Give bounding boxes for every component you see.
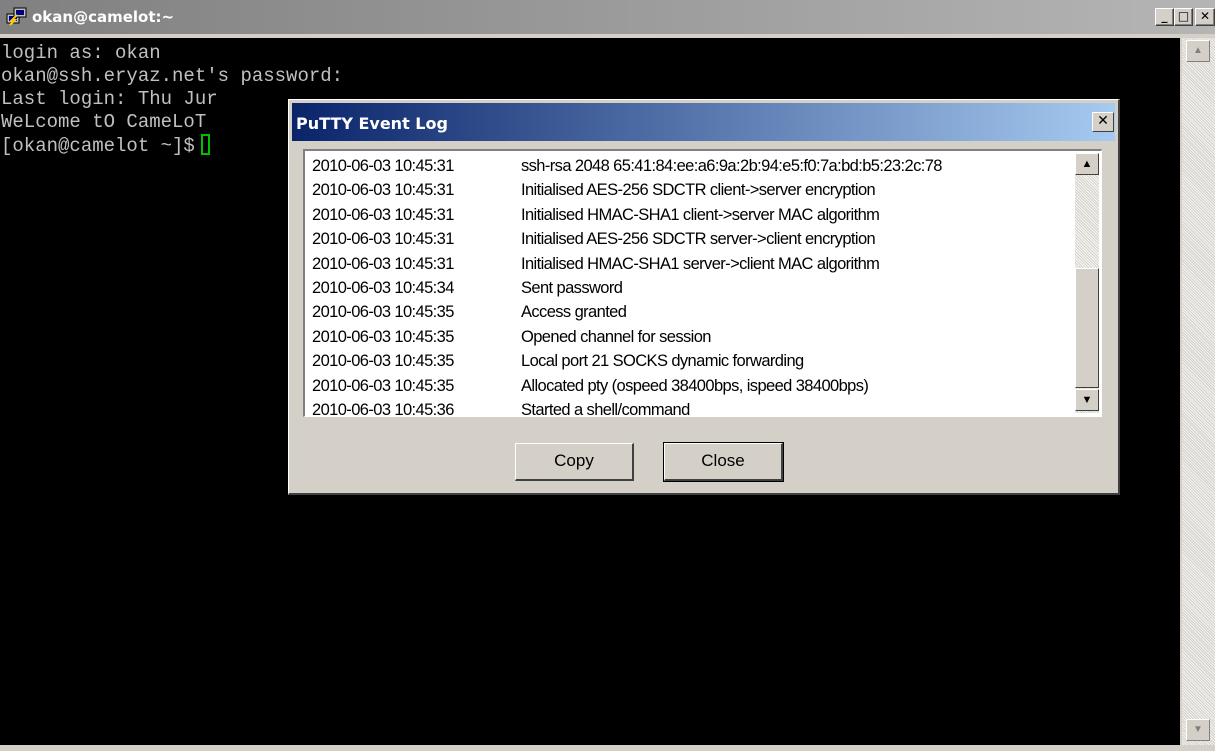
log-timestamp: 2010-06-03 10:45:31	[312, 181, 454, 200]
dialog-close-icon[interactable]: ✕	[1092, 112, 1114, 132]
log-message: Local port 21 SOCKS dynamic forwarding	[521, 352, 804, 371]
log-message: Opened channel for session	[521, 327, 711, 346]
log-timestamp: 2010-06-03 10:45:31	[312, 157, 454, 175]
log-timestamp: 2010-06-03 10:45:34	[312, 278, 454, 297]
terminal-cursor	[200, 134, 210, 155]
copy-button[interactable]: Copy	[515, 443, 634, 481]
log-message: Initialised HMAC-SHA1 server->client MAC…	[521, 254, 880, 273]
log-timestamp: 2010-06-03 10:45:31	[312, 205, 454, 224]
scroll-down-arrow-icon[interactable]: ▼	[1075, 389, 1099, 411]
maximize-button[interactable]: □	[1174, 8, 1193, 26]
dialog-title: PuTTY Event Log	[296, 114, 448, 133]
list-item[interactable]: 2010-06-03 10:45:34 Sent password	[312, 276, 1072, 300]
terminal-line: okan@ssh.eryaz.net's password:	[1, 65, 344, 87]
terminal-prompt: [okan@camelot ~]$	[1, 135, 195, 157]
window-close-button[interactable]: ✕	[1195, 8, 1215, 26]
log-message: Initialised HMAC-SHA1 client->server MAC…	[521, 205, 880, 224]
terminal-line: login as: okan	[1, 42, 161, 64]
log-message: Access granted	[521, 303, 627, 322]
scroll-down-arrow-icon[interactable]: ▼	[1186, 719, 1210, 741]
putty-app-icon[interactable]	[6, 6, 28, 28]
dialog-titlebar[interactable]: PuTTY Event Log ✕	[292, 103, 1115, 141]
list-item[interactable]: 2010-06-03 10:45:31 Initialised HMAC-SHA1…	[312, 203, 1072, 227]
log-message: Sent password	[521, 278, 623, 297]
log-timestamp: 2010-06-03 10:45:35	[312, 352, 454, 371]
putty-window: okan@camelot:~ _ □ ✕ login as: okan okan…	[0, 0, 1215, 751]
minimize-button[interactable]: _	[1155, 8, 1174, 26]
list-item[interactable]: 2010-06-03 10:45:35 Local port 21 SOCKS d…	[312, 349, 1072, 373]
window-title: okan@camelot:~	[32, 8, 175, 26]
log-timestamp: 2010-06-03 10:45:35	[312, 303, 454, 322]
event-log-dialog: PuTTY Event Log ✕ 2010-06-03 10:45:31 ssh…	[288, 99, 1120, 495]
log-timestamp: 2010-06-03 10:45:35	[312, 327, 454, 346]
log-timestamp: 2010-06-03 10:45:31	[312, 230, 454, 249]
scroll-thumb[interactable]	[1075, 268, 1099, 388]
close-button[interactable]: Close	[663, 442, 784, 482]
list-item[interactable]: 2010-06-03 10:45:31 ssh-rsa 2048 65:41:84…	[312, 154, 1072, 178]
log-timestamp: 2010-06-03 10:45:31	[312, 254, 454, 273]
log-timestamp: 2010-06-03 10:45:35	[312, 376, 454, 395]
log-message: ssh-rsa 2048 65:41:84:ee:a6:9a:2b:94:e5:…	[521, 157, 942, 175]
terminal-scrollbar[interactable]: ▲ ▼	[1182, 38, 1215, 745]
event-log-list[interactable]: 2010-06-03 10:45:31 ssh-rsa 2048 65:41:84…	[303, 149, 1102, 417]
window-titlebar[interactable]: okan@camelot:~ _ □ ✕	[0, 0, 1215, 34]
log-message: Initialised AES-256 SDCTR server->client…	[521, 230, 876, 249]
list-item[interactable]: 2010-06-03 10:45:35 Opened channel for se…	[312, 325, 1072, 349]
log-message: Initialised AES-256 SDCTR client->server…	[521, 181, 876, 200]
list-item[interactable]: 2010-06-03 10:45:35 Allocated pty (ospeed…	[312, 374, 1072, 398]
log-message: Started a shell/command	[521, 400, 690, 417]
list-item[interactable]: 2010-06-03 10:45:31 Initialised HMAC-SHA1…	[312, 252, 1072, 276]
list-item[interactable]: 2010-06-03 10:45:35 Access granted	[312, 300, 1072, 324]
list-item[interactable]: 2010-06-03 10:45:31 Initialised AES-256 S…	[312, 178, 1072, 202]
list-item[interactable]: 2010-06-03 10:45:31 Initialised AES-256 S…	[312, 227, 1072, 251]
log-message: Allocated pty (ospeed 38400bps, ispeed 3…	[521, 376, 869, 395]
event-log-scrollbar[interactable]: ▲ ▼	[1075, 153, 1099, 413]
log-timestamp: 2010-06-03 10:45:36	[312, 400, 454, 417]
event-log-rows: 2010-06-03 10:45:31 ssh-rsa 2048 65:41:84…	[312, 154, 1072, 417]
list-item[interactable]: 2010-06-03 10:45:36 Started a shell/comma…	[312, 398, 1072, 417]
scroll-up-arrow-icon[interactable]: ▲	[1075, 153, 1099, 175]
scroll-up-arrow-icon[interactable]: ▲	[1186, 40, 1210, 62]
